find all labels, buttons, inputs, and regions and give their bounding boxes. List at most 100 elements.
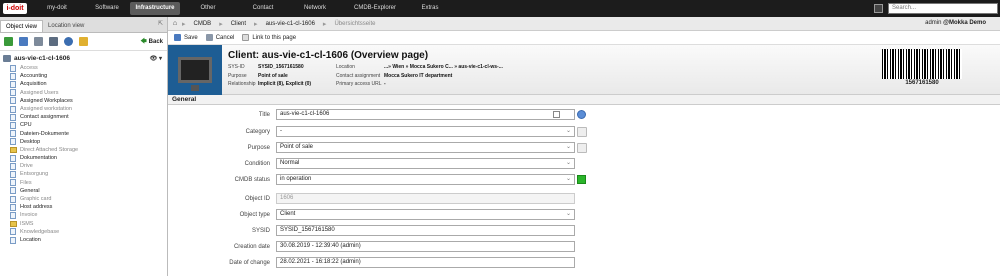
tree-view-icon[interactable]	[4, 37, 13, 46]
nav-item-contact[interactable]: Contact	[236, 2, 290, 15]
folder-icon	[10, 220, 17, 227]
sidebar-item[interactable]: General	[10, 187, 167, 195]
sidebar-item[interactable]: Assigned Workplaces	[10, 97, 167, 105]
sidebar-item[interactable]: Host address	[10, 203, 167, 211]
main-content: ⌂ ▸ CMDB ▸ Client ▸ aus-vie-c1-cl-1606 ▸…	[168, 17, 1000, 276]
sidebar-item-label: Files	[20, 179, 32, 186]
purpose-label: Purpose	[228, 72, 247, 79]
sidebar-item[interactable]: Graphic card	[10, 195, 167, 203]
breadcrumb-item-cmdb[interactable]: CMDB	[186, 21, 220, 27]
back-button[interactable]: 🡄 Back	[140, 37, 163, 47]
sidebar-item[interactable]: Assigned Users	[10, 89, 167, 97]
sidebar-item[interactable]: Drive	[10, 162, 167, 170]
monitor-icon	[178, 57, 212, 91]
cmdb-status-value: in operation	[280, 176, 312, 182]
condition-select[interactable]: Normal ⌄	[276, 158, 575, 169]
condition-label: Condition	[244, 160, 270, 167]
access-label: Primary access URL	[336, 81, 382, 87]
action-bar: Save Cancel Link to this page	[168, 31, 1000, 45]
location-value[interactable]: ...» Wien » Mocca Sukero C... » aus-vie-…	[384, 64, 504, 72]
purpose-value: Point of sale	[280, 144, 314, 150]
list-view-icon[interactable]	[34, 37, 43, 46]
object-type-label: Object type	[239, 211, 270, 218]
nav-item-infrastructure[interactable]: Infrastructure	[130, 2, 180, 15]
link-icon	[242, 34, 250, 41]
category-select[interactable]: - ⌄	[276, 126, 575, 137]
sidebar-item[interactable]: Knowledgebase	[10, 228, 167, 236]
sidebar-item-label: Location	[20, 236, 41, 243]
breadcrumb-item-object[interactable]: aus-vie-c1-cl-1606	[258, 21, 323, 27]
sidebar-item[interactable]: Dateien-Dokumente	[10, 130, 167, 138]
sysid-input[interactable]: SYSID_1567161580	[276, 225, 575, 236]
edit-dialog-icon[interactable]	[577, 142, 587, 153]
nav-item-my-doit[interactable]: my-doit	[30, 2, 84, 15]
sidebar-item[interactable]: Accounting	[10, 72, 167, 80]
edit-dialog-icon[interactable]	[577, 126, 587, 137]
sysid-field-value: SYSID_1567161580	[280, 227, 335, 233]
lock-icon[interactable]	[79, 37, 88, 46]
nav-item-cmdb-explorer[interactable]: CMDB-Explorer	[340, 2, 410, 15]
document-icon	[10, 121, 16, 129]
text-format-icon[interactable]	[553, 111, 560, 118]
sidebar-item[interactable]: Acquisition	[10, 80, 167, 88]
relationship-value[interactable]: Implicit (8), Explicit (0)	[258, 81, 336, 89]
sidebar-item[interactable]: Files	[10, 179, 167, 187]
status-color-indicator	[577, 175, 586, 184]
title-input[interactable]: aus-vie-c1-cl-1606	[276, 109, 575, 120]
sidebar-item[interactable]: CPU	[10, 121, 167, 129]
sidebar-item[interactable]: Dokumentation	[10, 154, 167, 162]
grid-view-icon[interactable]	[49, 37, 58, 46]
breadcrumb-item-client[interactable]: Client	[223, 21, 254, 27]
link-to-page-button[interactable]: Link to this page	[242, 34, 296, 41]
user-info[interactable]: admin @Mokka Demo	[925, 20, 986, 26]
sidebar-item-label: Direct Attached Storage	[20, 146, 79, 153]
nav-item-extras[interactable]: Extras	[410, 2, 450, 15]
contact-value[interactable]: Mocca Sukero IT department	[384, 73, 504, 81]
save-button[interactable]: Save	[174, 34, 198, 41]
eye-icon[interactable]: 👁 ▾	[150, 55, 162, 62]
tab-object-view[interactable]: Object view	[0, 20, 44, 32]
sidebar-item[interactable]: Location	[10, 236, 167, 244]
barcode-bars	[882, 49, 962, 79]
tools-icon[interactable]	[874, 4, 883, 13]
cmdb-status-row: CMDB status in operation ⌄	[168, 173, 1000, 186]
title-label: Title	[258, 111, 270, 118]
search-input[interactable]: Search...	[888, 3, 998, 14]
purpose-select[interactable]: Point of sale ⌄	[276, 142, 575, 153]
sysid-field-label: SYSID	[251, 227, 270, 234]
main-nav: my-doit Software Infrastructure Other Co…	[30, 0, 450, 17]
sidebar-item[interactable]: Access	[10, 64, 167, 72]
sidebar-item[interactable]: Direct Attached Storage	[10, 146, 167, 154]
tree-root-object[interactable]: aus-vie-c1-cl-1606 👁 ▾	[0, 53, 167, 64]
nav-item-other[interactable]: Other	[180, 2, 236, 15]
globe-icon[interactable]	[64, 37, 73, 46]
nav-item-software[interactable]: Software	[84, 2, 130, 15]
home-icon[interactable]: ⌂	[168, 20, 182, 27]
purpose-row: Purpose Point of sale ⌄	[168, 141, 1000, 154]
sidebar-item[interactable]: Entsorgung	[10, 170, 167, 179]
collapse-sidebar-icon[interactable]: ⇱	[158, 20, 163, 27]
document-icon	[10, 211, 16, 219]
sidebar-item[interactable]: Assigned workstation	[10, 105, 167, 113]
nav-item-network[interactable]: Network	[290, 2, 340, 15]
expand-icon[interactable]	[19, 37, 28, 46]
info-icon[interactable]	[577, 110, 586, 119]
user-name: admin	[925, 20, 942, 26]
cancel-button[interactable]: Cancel	[205, 34, 234, 41]
sidebar-item[interactable]: Contact assignment	[10, 113, 167, 121]
document-icon	[10, 72, 16, 80]
sidebar-item-label: Dateien-Dokumente	[20, 130, 69, 137]
document-icon	[10, 228, 16, 236]
sidebar-item[interactable]: ISMS	[10, 220, 167, 228]
app-logo[interactable]: i-doit	[0, 0, 30, 17]
document-icon	[10, 97, 16, 105]
object-type-select[interactable]: Client ⌄	[276, 209, 575, 220]
back-label: Back	[148, 39, 163, 45]
cmdb-status-select[interactable]: in operation ⌄	[276, 174, 575, 185]
document-icon	[10, 154, 16, 162]
sidebar-item[interactable]: Desktop	[10, 138, 167, 146]
tab-location-view[interactable]: Location view	[43, 20, 89, 32]
purpose-label: Purpose	[247, 144, 270, 151]
object-type-value: Client	[280, 211, 296, 217]
sidebar-item[interactable]: Invoice	[10, 211, 167, 219]
